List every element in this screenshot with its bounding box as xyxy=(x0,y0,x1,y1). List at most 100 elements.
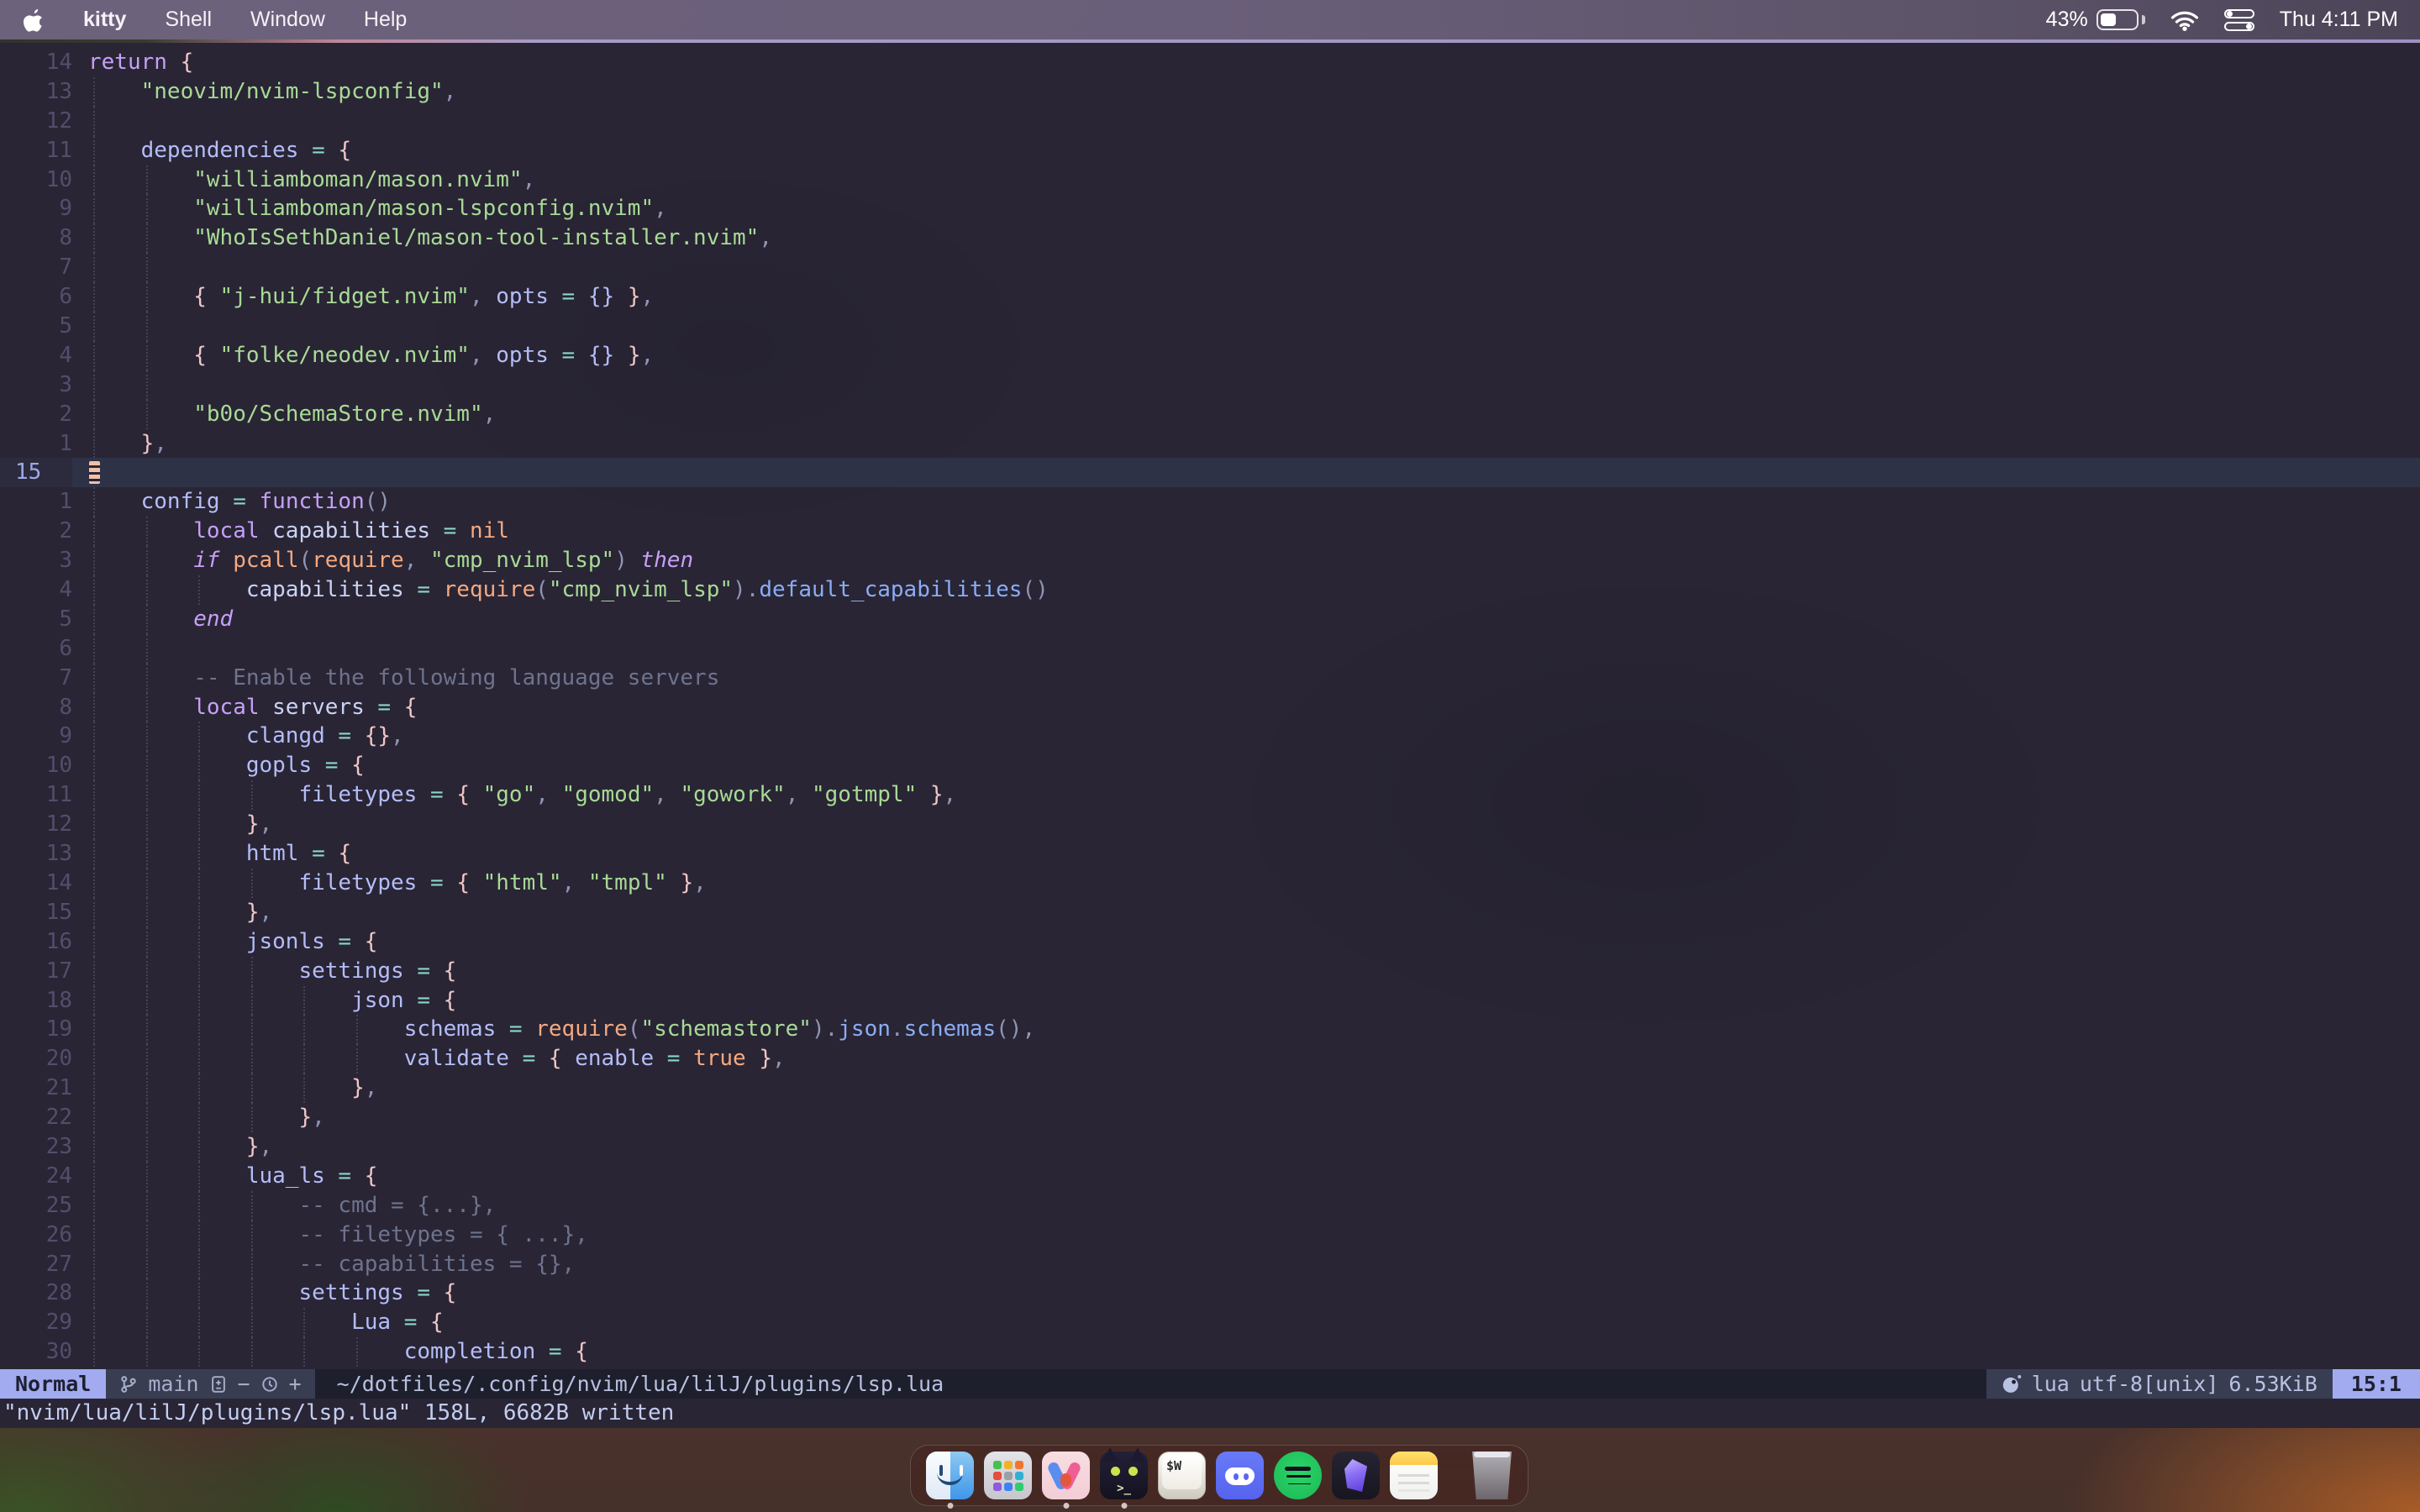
dock-item-arc[interactable] xyxy=(1042,1452,1090,1499)
indent-guide xyxy=(146,927,148,957)
menu-item-help[interactable]: Help xyxy=(364,8,407,32)
indent-guide xyxy=(198,957,200,986)
code-line[interactable]: 22 }, xyxy=(0,1103,2420,1132)
code-line[interactable]: 10 "williamboman/mason.nvim", xyxy=(0,165,2420,195)
code-line[interactable]: 30 completion = { xyxy=(0,1337,2420,1367)
dock-item-finder[interactable] xyxy=(926,1452,974,1499)
code-line[interactable]: 13 html = { xyxy=(0,839,2420,869)
code-line[interactable]: 8 local servers = { xyxy=(0,693,2420,722)
code-line[interactable]: 14 filetypes = { "html", "tmpl" }, xyxy=(0,869,2420,898)
code-line[interactable]: 11 filetypes = { "go", "gomod", "gowork"… xyxy=(0,780,2420,810)
indent-guide xyxy=(303,1337,305,1367)
indent-guide xyxy=(93,751,95,780)
indent-guide xyxy=(93,780,95,810)
apple-logo-icon xyxy=(24,8,45,32)
code-line[interactable]: 5 xyxy=(0,312,2420,341)
code-line[interactable]: 25 -- cmd = {...}, xyxy=(0,1191,2420,1221)
code-line[interactable]: 13 "neovim/nvim-lspconfig", xyxy=(0,77,2420,107)
dock-item-trash[interactable] xyxy=(1468,1452,1516,1499)
control-center-icon[interactable] xyxy=(2224,9,2254,31)
dock-item-kitty[interactable]: >_ xyxy=(1100,1452,1148,1499)
indent-guide xyxy=(93,605,95,634)
code-line[interactable]: 7 -- Enable the following language serve… xyxy=(0,664,2420,693)
indent-guide xyxy=(146,1191,148,1221)
code-line[interactable]: 10 gopls = { xyxy=(0,751,2420,780)
code-line[interactable]: 3 xyxy=(0,370,2420,400)
indent-guide xyxy=(251,957,253,986)
dock-item-launchpad[interactable] xyxy=(984,1452,1032,1499)
code-line[interactable]: 8 "WhoIsSethDaniel/mason-tool-installer.… xyxy=(0,223,2420,253)
indent-guide xyxy=(146,810,148,839)
code-line[interactable]: 28 settings = { xyxy=(0,1278,2420,1308)
code-line[interactable]: 21 }, xyxy=(0,1074,2420,1103)
code-line[interactable]: 9 clangd = {}, xyxy=(0,722,2420,751)
code-line[interactable]: 11 dependencies = { xyxy=(0,136,2420,165)
line-number: 30 xyxy=(0,1337,72,1367)
indent-guide xyxy=(146,605,148,634)
code-line[interactable]: 12 }, xyxy=(0,810,2420,839)
code-line[interactable]: 14return { xyxy=(0,48,2420,77)
indent-guide xyxy=(303,1015,305,1044)
obsidian-icon xyxy=(1332,1452,1380,1499)
indent-guide xyxy=(93,341,95,370)
apple-menu[interactable] xyxy=(24,8,45,32)
indent-guide xyxy=(93,312,95,341)
code-line[interactable]: 29 Lua = { xyxy=(0,1308,2420,1337)
code-line[interactable]: 6 { "j-hui/fidget.nvim", opts = {} }, xyxy=(0,282,2420,312)
indent-guide xyxy=(251,1337,253,1367)
indent-guide xyxy=(93,575,95,605)
indent-guide xyxy=(198,810,200,839)
code-line[interactable]: 27 -- capabilities = {}, xyxy=(0,1250,2420,1279)
indent-guide xyxy=(198,575,200,605)
dock-item-notes[interactable] xyxy=(1390,1452,1438,1499)
code-line[interactable]: 2 local capabilities = nil xyxy=(0,517,2420,546)
kitty-terminal-window[interactable]: 14return {13 "neovim/nvim-lspconfig",121… xyxy=(0,43,2420,1428)
menu-item-shell[interactable]: Shell xyxy=(165,8,212,32)
menu-item-app-kitty[interactable]: kitty xyxy=(83,8,126,32)
code-line[interactable]: 1 }, xyxy=(0,429,2420,459)
line-number: 16 xyxy=(0,927,72,957)
indent-guide xyxy=(251,1308,253,1337)
code-line[interactable]: 20 validate = { enable = true }, xyxy=(0,1044,2420,1074)
code-line[interactable]: 18 json = { xyxy=(0,986,2420,1016)
dock-item-keycap[interactable]: $W xyxy=(1158,1452,1206,1499)
code-line[interactable]: 6 xyxy=(0,634,2420,664)
menu-item-window[interactable]: Window xyxy=(250,8,325,32)
notes-icon xyxy=(1390,1452,1438,1499)
line-number: 7 xyxy=(0,253,72,282)
indent-guide xyxy=(93,194,95,223)
code-line[interactable]: 17 settings = { xyxy=(0,957,2420,986)
code-line[interactable]: 7 xyxy=(0,253,2420,282)
code-line[interactable]: 12 xyxy=(0,107,2420,136)
dock-item-obsidian[interactable] xyxy=(1332,1452,1380,1499)
battery-status[interactable]: 43% xyxy=(2046,8,2145,32)
code-line[interactable]: 4 { "folke/neodev.nvim", opts = {} }, xyxy=(0,341,2420,370)
code-line[interactable]: 24 lua_ls = { xyxy=(0,1162,2420,1191)
indent-guide xyxy=(93,722,95,751)
code-line[interactable]: 4 capabilities = require("cmp_nvim_lsp")… xyxy=(0,575,2420,605)
code-line[interactable]: 15 }, xyxy=(0,898,2420,927)
code-line[interactable]: 3 if pcall(require, "cmp_nvim_lsp") then xyxy=(0,546,2420,575)
code-line[interactable]: 2 "b0o/SchemaStore.nvim", xyxy=(0,400,2420,429)
dock-item-spotify[interactable] xyxy=(1274,1452,1322,1499)
indent-guide xyxy=(146,1015,148,1044)
line-number: 27 xyxy=(0,1250,72,1279)
code-line[interactable]: 16 jsonls = { xyxy=(0,927,2420,957)
code-line[interactable]: 19 schemas = require("schemastore").json… xyxy=(0,1015,2420,1044)
code-line[interactable]: 1 config = function() xyxy=(0,487,2420,517)
code-line-current[interactable]: 15 xyxy=(0,458,2420,487)
code-line[interactable]: 26 -- filetypes = { ...}, xyxy=(0,1221,2420,1250)
line-number: 12 xyxy=(0,107,72,136)
code-line[interactable]: 23 }, xyxy=(0,1132,2420,1162)
code-line[interactable]: 9 "williamboman/mason-lspconfig.nvim", xyxy=(0,194,2420,223)
indent-guide xyxy=(356,1337,358,1367)
wifi-icon[interactable] xyxy=(2170,9,2199,31)
indent-guide xyxy=(198,1103,200,1132)
editor-buffer[interactable]: 14return {13 "neovim/nvim-lspconfig",121… xyxy=(0,43,2420,1369)
file-info-segment: lua utf-8[unix] 6.53KiB xyxy=(1986,1369,2333,1399)
indent-guide xyxy=(198,1074,200,1103)
code-line[interactable]: 5 end xyxy=(0,605,2420,634)
dock-item-discord[interactable] xyxy=(1216,1452,1264,1499)
menu-bar-clock[interactable]: Thu 4:11 PM xyxy=(2280,8,2398,32)
indent-guide xyxy=(93,957,95,986)
